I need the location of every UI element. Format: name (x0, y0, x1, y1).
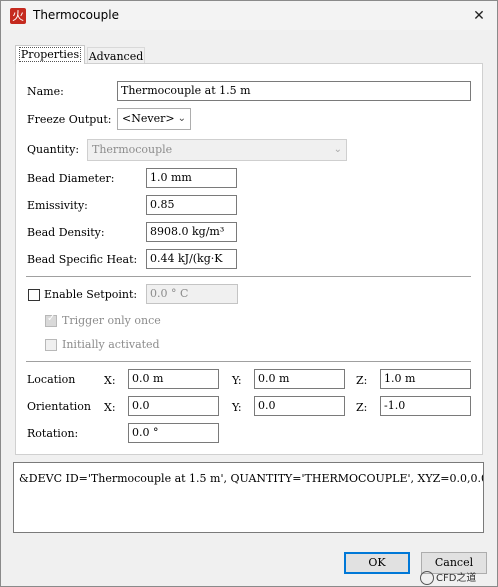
freeze-output-value: <Never> (122, 112, 175, 125)
rotation-label: Rotation: (27, 427, 79, 440)
chevron-down-icon: ⌄ (333, 144, 342, 155)
quantity-select: Thermocouple ⌄ (87, 139, 347, 161)
setpoint-input: 0.0 ° C (146, 284, 238, 304)
location-z-label: Z: (356, 374, 368, 387)
orientation-y-input[interactable]: 0.0 (254, 396, 345, 416)
location-y-input[interactable]: 0.0 m (254, 369, 345, 389)
freeze-output-select[interactable]: <Never> ⌄ (117, 108, 191, 130)
location-label: Location (27, 373, 76, 386)
orientation-label: Orientation (27, 400, 92, 413)
watermark-text: CFD之道 (436, 573, 477, 584)
location-x-label: X: (104, 374, 116, 387)
watermark: CFD之道 (420, 569, 476, 585)
bead-specific-heat-input[interactable]: 0.44 kJ/(kg·K (146, 249, 237, 269)
bead-diameter-label: Bead Diameter: (27, 172, 115, 185)
initially-activated-checkbox (45, 339, 57, 351)
trigger-once-checkbox (45, 313, 57, 327)
enable-setpoint-label: Enable Setpoint: (44, 288, 138, 301)
bead-density-input[interactable]: 8908.0 kg/m³ (146, 222, 237, 242)
close-icon[interactable]: ✕ (469, 7, 489, 25)
orientation-x-label: X: (104, 401, 116, 414)
initially-activated-label: Initially activated (62, 338, 160, 351)
app-logo-icon: 火 (10, 8, 26, 24)
quantity-label: Quantity: (27, 143, 80, 156)
orientation-z-input[interactable]: -1.0 (380, 396, 471, 416)
divider (26, 276, 471, 277)
divider (26, 361, 471, 362)
emissivity-input[interactable]: 0.85 (146, 195, 237, 215)
location-y-label: Y: (232, 374, 242, 387)
emissivity-label: Emissivity: (27, 199, 88, 212)
location-x-input[interactable]: 0.0 m (128, 369, 219, 389)
bead-diameter-input[interactable]: 1.0 mm (146, 168, 237, 188)
location-z-input[interactable]: 1.0 m (380, 369, 471, 389)
orientation-z-label: Z: (356, 401, 368, 414)
orientation-y-label: Y: (232, 401, 242, 414)
wechat-logo-icon (420, 571, 434, 585)
freeze-output-label: Freeze Output: (27, 113, 112, 126)
window-title: Thermocouple (33, 8, 119, 22)
tab-properties[interactable]: Properties (15, 45, 85, 64)
enable-setpoint-checkbox[interactable] (28, 289, 40, 301)
orientation-x-input[interactable]: 0.0 (128, 396, 219, 416)
trigger-once-label: Trigger only once (62, 314, 161, 327)
ok-button[interactable]: OK (344, 552, 410, 574)
title-bar: 火 Thermocouple ✕ (1, 1, 497, 30)
tab-properties-label: Properties (18, 47, 82, 62)
rotation-input[interactable]: 0.0 ° (128, 423, 219, 443)
fds-output-text[interactable]: &DEVC ID='Thermocouple at 1.5 m', QUANTI… (13, 462, 484, 533)
fds-output-line: &DEVC ID='Thermocouple at 1.5 m', QUANTI… (19, 472, 484, 485)
name-label: Name: (27, 85, 64, 98)
bead-specific-heat-label: Bead Specific Heat: (27, 253, 138, 266)
bead-density-label: Bead Density: (27, 226, 105, 239)
name-input[interactable]: Thermocouple at 1.5 m (117, 81, 471, 101)
chevron-down-icon: ⌄ (177, 113, 186, 124)
quantity-value: Thermocouple (92, 143, 173, 156)
